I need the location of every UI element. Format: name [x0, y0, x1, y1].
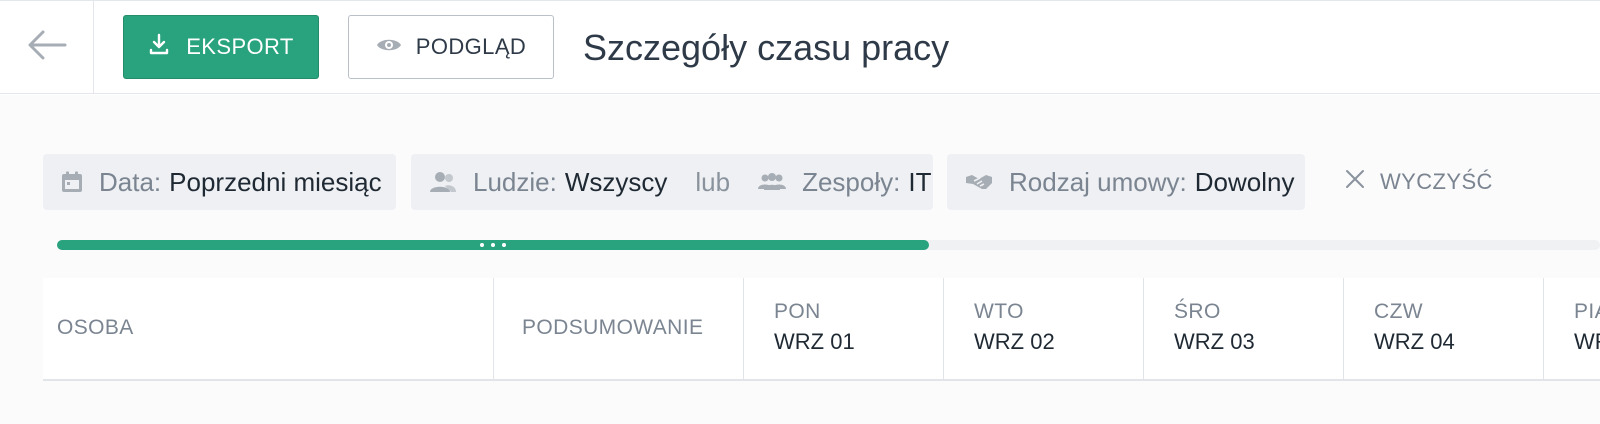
day-name: PON — [774, 300, 821, 323]
filter-people[interactable]: Ludzie: Wszyscy lub Zespoły: IT — [411, 154, 933, 210]
preview-label: PODGLĄD — [415, 34, 527, 59]
day-date: WRZ 03 — [1174, 329, 1255, 354]
filter-contract-key: Rodzaj umowy: — [1009, 166, 1187, 197]
day-date: WRZ 02 — [974, 329, 1055, 354]
day-name: PIĄ — [1574, 300, 1600, 323]
filter-date-value: Poprzedni miesiąc — [169, 166, 382, 197]
day-name: WTO — [974, 300, 1024, 323]
column-label: OSOBA — [57, 316, 134, 339]
clear-filters-button[interactable]: WYCZYŚĆ — [1344, 154, 1493, 210]
top-bar: EKSPORT PODGLĄD Szczegóły czasu pracy — [0, 0, 1600, 94]
column-label: PODSUMOWANIE — [522, 316, 704, 339]
filter-contract[interactable]: Rodzaj umowy: Dowolny — [947, 154, 1305, 210]
export-label: EKSPORT — [186, 34, 294, 59]
column-header-day[interactable]: ŚRO WRZ 03 — [1143, 278, 1343, 381]
person-icon — [429, 171, 457, 193]
day-name: ŚRO — [1174, 300, 1221, 323]
table-header: OSOBA PODSUMOWANIE PON WRZ 01 WTO WRZ 02… — [43, 278, 1600, 381]
column-header-summary[interactable]: PODSUMOWANIE — [493, 278, 743, 381]
filter-date-key: Data: — [99, 166, 162, 197]
day-date: WRZ 05 — [1574, 329, 1600, 354]
filter-date[interactable]: Data: Poprzedni miesiąc — [43, 154, 396, 210]
back-button[interactable] — [0, 1, 94, 94]
day-name: CZW — [1374, 300, 1424, 323]
arrow-left-icon — [27, 29, 67, 66]
filter-teams-value: IT — [908, 166, 932, 197]
filter-teams-key: Zespoły: — [802, 166, 901, 197]
close-icon — [1344, 168, 1366, 196]
filter-people-value: Wszyscy — [564, 166, 668, 197]
download-icon — [148, 33, 170, 61]
day-date: WRZ 04 — [1374, 329, 1455, 354]
horizontal-scrollbar-thumb[interactable] — [57, 240, 929, 250]
preview-button[interactable]: PODGLĄD — [348, 15, 554, 79]
filter-people-key: Ludzie: — [473, 166, 557, 197]
column-header-day[interactable]: PON WRZ 01 — [743, 278, 943, 381]
report-content: Data: Poprzedni miesiąc Ludzie: Wszyscy … — [0, 95, 1600, 424]
page-title: Szczegóły czasu pracy — [583, 27, 950, 68]
column-header-person[interactable]: OSOBA — [43, 278, 493, 381]
eye-icon — [376, 34, 402, 60]
day-date: WRZ 01 — [774, 329, 855, 354]
export-button[interactable]: EKSPORT — [123, 15, 319, 79]
filter-connector: lub — [695, 166, 731, 197]
clear-filters-label: WYCZYŚĆ — [1380, 169, 1493, 194]
column-header-day[interactable]: PIĄ WRZ 05 — [1543, 278, 1600, 381]
handshake-icon — [965, 172, 993, 192]
filter-contract-value: Dowolny — [1194, 166, 1295, 197]
column-header-day[interactable]: CZW WRZ 04 — [1343, 278, 1543, 381]
column-header-day[interactable]: WTO WRZ 02 — [943, 278, 1143, 381]
group-icon — [758, 172, 787, 192]
calendar-icon — [61, 171, 83, 193]
